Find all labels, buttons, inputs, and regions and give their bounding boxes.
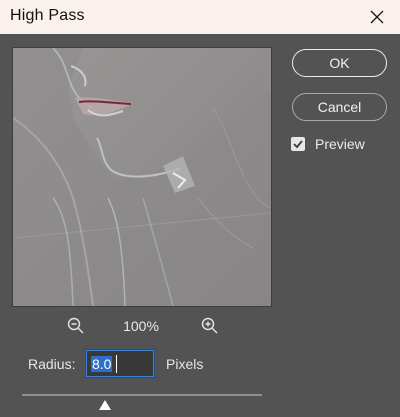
title-bar: High Pass [0, 0, 400, 34]
zoom-out-button[interactable] [67, 317, 85, 340]
zoom-level: 100% [123, 318, 159, 334]
preview-photo [13, 48, 271, 306]
close-icon [370, 10, 384, 24]
zoom-in-icon [201, 317, 218, 334]
radius-input[interactable]: 8.0 [85, 349, 155, 378]
radius-label: Radius: [28, 356, 76, 372]
triangle-up-icon [99, 400, 111, 410]
radius-unit: Pixels [166, 356, 204, 372]
preview-checkbox[interactable] [291, 137, 305, 151]
ok-button[interactable]: OK [292, 49, 387, 77]
checkmark-icon [293, 140, 303, 149]
cancel-button[interactable]: Cancel [292, 93, 387, 121]
radius-slider-track[interactable] [22, 394, 262, 396]
preview-label[interactable]: Preview [315, 136, 365, 152]
radius-slider-thumb[interactable] [98, 398, 112, 416]
zoom-out-icon [67, 317, 84, 334]
preview-image[interactable] [12, 47, 272, 307]
dialog-title: High Pass [10, 7, 85, 24]
text-caret [116, 355, 117, 373]
zoom-in-button[interactable] [201, 317, 219, 340]
radius-value: 8.0 [91, 356, 113, 372]
close-button[interactable] [354, 0, 400, 34]
